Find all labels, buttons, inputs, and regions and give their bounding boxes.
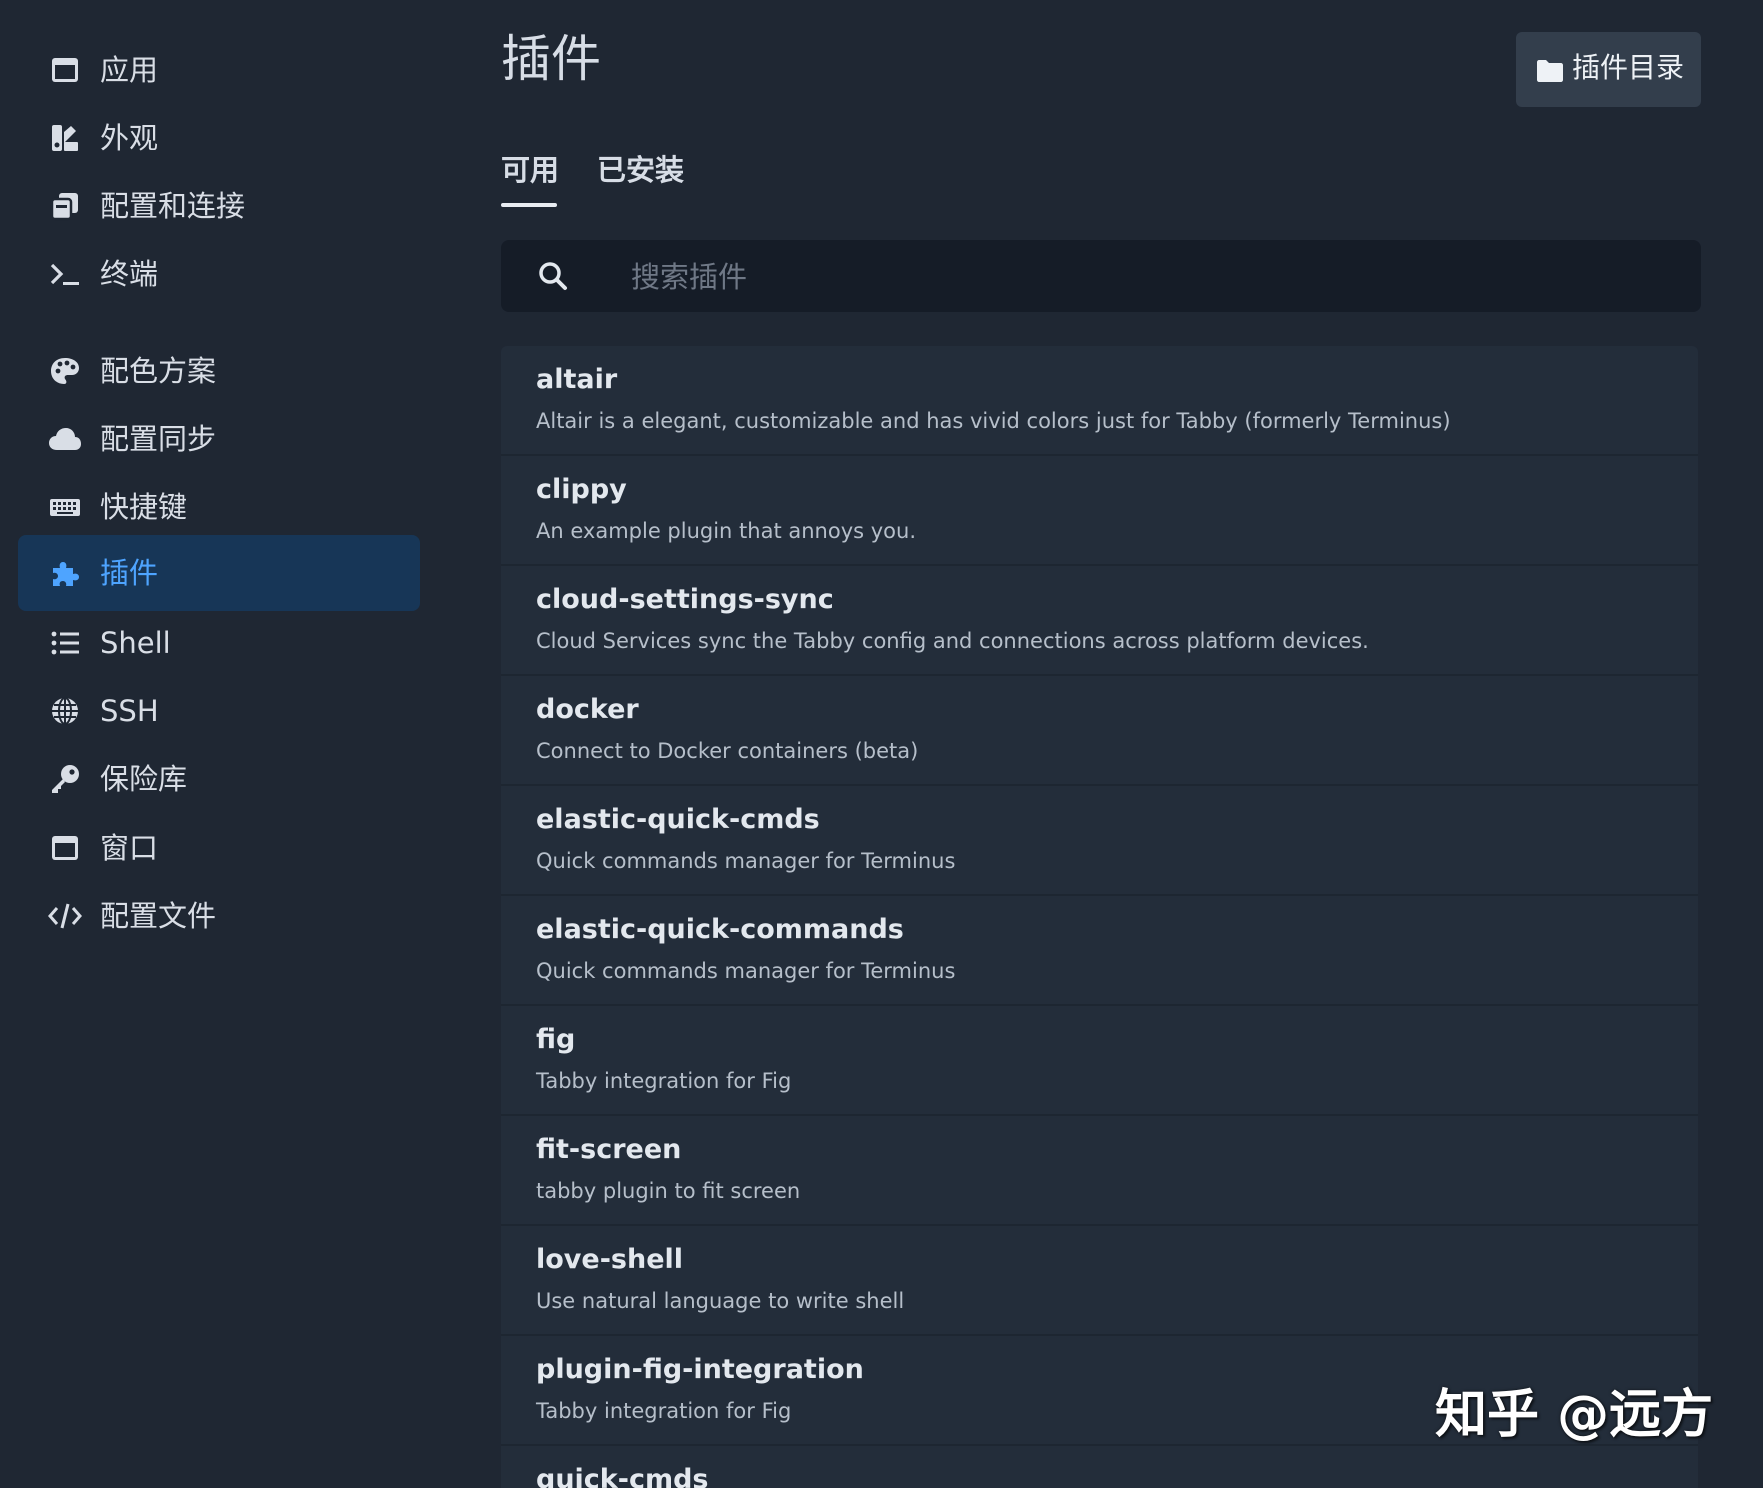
sidebar-item-label: 窗口 [100,831,159,865]
sidebar-item-config-file[interactable]: 配置文件 [18,878,420,954]
sidebar-item-label: 外观 [100,121,159,155]
plugin-row-fig[interactable]: fig Tabby integration for Fig [501,1006,1698,1116]
plugin-name: clippy [536,474,627,505]
sidebar-item-label: 终端 [100,257,159,291]
sidebar-item-label: 快捷键 [100,490,188,524]
plugin-name: elastic-quick-cmds [536,804,820,835]
plugin-description: Tabby integration for Fig [536,1069,792,1093]
plugin-directory-button[interactable]: 插件目录 [1516,32,1701,107]
plugin-description: An example plugin that annoys you. [536,519,916,543]
sidebar-item-label: 配置文件 [100,899,217,933]
plugin-description: Quick commands manager for Terminus [536,849,956,873]
sidebar-item-config-sync[interactable]: 配置同步 [18,401,420,477]
plugin-description: Use natural language to write shell [536,1289,905,1313]
settings-sidebar: 应用 外观 配置和连接 终端 配色方案 配置同步 快捷键 插件 Shell SS… [0,0,440,1488]
sidebar-item-profiles[interactable]: 配置和连接 [18,168,420,244]
keyboard-icon [48,491,82,523]
plugin-directory-label: 插件目录 [1572,51,1685,84]
active-tab-indicator [501,203,557,207]
sidebar-item-application[interactable]: 应用 [18,32,420,108]
copy-icon [48,190,82,222]
plugin-row-altair[interactable]: altair Altair is a elegant, customizable… [501,346,1698,456]
code-icon [48,900,82,932]
plugin-description: Cloud Services sync the Tabby config and… [536,629,1369,653]
page-title: 插件 [501,30,601,88]
terminal-icon [48,258,82,290]
sidebar-item-label: 插件 [100,556,159,590]
plugin-row-elastic-quick-commands[interactable]: elastic-quick-commands Quick commands ma… [501,896,1698,1006]
sidebar-item-window[interactable]: 窗口 [18,810,420,886]
sidebar-item-label: 应用 [100,53,159,87]
sidebar-item-shell[interactable]: Shell [18,605,420,681]
plugin-name: plugin-fig-integration [536,1354,864,1385]
window-icon [48,54,82,86]
sidebar-item-color-scheme[interactable]: 配色方案 [18,333,420,409]
plugin-name: docker [536,694,639,725]
key-icon [48,763,82,795]
sidebar-item-terminal[interactable]: 终端 [18,236,420,312]
plugin-description: Tabby integration for Fig [536,1399,792,1423]
globe-icon [48,695,82,727]
plugin-name: cloud-settings-sync [536,584,834,615]
palette-icon [48,355,82,387]
sidebar-item-label: 配置同步 [100,422,217,456]
plugin-list: altair Altair is a elegant, customizable… [501,346,1698,1488]
sidebar-item-plugins[interactable]: 插件 [18,535,420,611]
plugin-description: Quick commands manager for Terminus [536,959,956,983]
plugin-row-docker[interactable]: docker Connect to Docker containers (bet… [501,676,1698,786]
swatchbook-icon [48,122,82,154]
plugin-description: Connect to Docker containers (beta) [536,739,919,763]
window-icon [48,832,82,864]
plugin-row-elastic-quick-cmds[interactable]: elastic-quick-cmds Quick commands manage… [501,786,1698,896]
plugin-search-box [501,240,1701,312]
plugin-row-love-shell[interactable]: love-shell Use natural language to write… [501,1226,1698,1336]
list-icon [48,627,82,659]
folder-icon [1536,59,1564,83]
plugin-row-clippy[interactable]: clippy An example plugin that annoys you… [501,456,1698,566]
plugin-description: Altair is a elegant, customizable and ha… [536,409,1451,433]
plugin-name: love-shell [536,1244,684,1275]
plugin-name: fig [536,1024,576,1055]
sidebar-item-label: 配色方案 [100,354,217,388]
sidebar-item-ssh[interactable]: SSH [18,673,420,749]
watermark: 知乎 @远方 [1435,1385,1714,1445]
plugin-name: altair [536,364,618,395]
plugin-name: fit-screen [536,1134,682,1165]
tab-installed[interactable]: 已安装 [597,150,684,190]
settings-window: 应用 外观 配置和连接 终端 配色方案 配置同步 快捷键 插件 Shell SS… [0,0,1763,1488]
sidebar-item-hotkeys[interactable]: 快捷键 [18,469,420,545]
tab-available[interactable]: 可用 [501,150,559,190]
plugin-row-fit-screen[interactable]: fit-screen tabby plugin to fit screen [501,1116,1698,1226]
sidebar-item-label: 配置和连接 [100,189,246,223]
cloud-icon [48,423,82,455]
sidebar-item-appearance[interactable]: 外观 [18,100,420,176]
puzzle-icon [48,557,82,589]
search-input[interactable] [629,254,1673,300]
sidebar-item-label: Shell [100,626,171,660]
plugin-row-quick-cmds[interactable]: quick-cmds [501,1446,1698,1488]
sidebar-item-label: SSH [100,694,159,728]
sidebar-item-vault[interactable]: 保险库 [18,741,420,817]
plugin-description: tabby plugin to fit screen [536,1179,801,1203]
sidebar-item-label: 保险库 [100,762,188,796]
search-icon [537,260,569,292]
plugin-name: elastic-quick-commands [536,914,904,945]
plugin-row-cloud-settings-sync[interactable]: cloud-settings-sync Cloud Services sync … [501,566,1698,676]
plugin-name: quick-cmds [536,1464,709,1488]
plugins-page: 插件 插件目录 可用 已安装 altair Altair is a elegan… [501,0,1701,1488]
